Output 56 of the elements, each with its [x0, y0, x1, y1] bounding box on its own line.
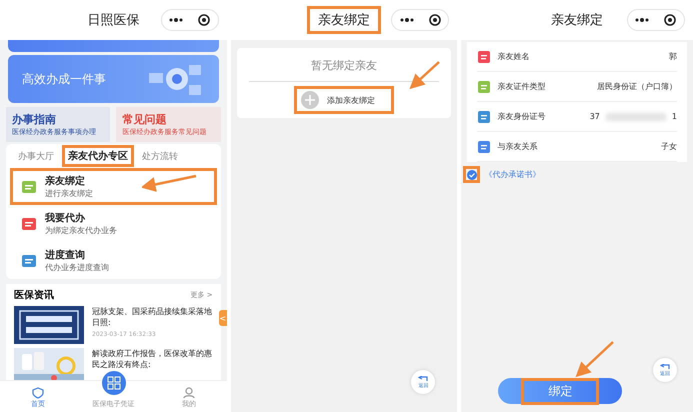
more-icon — [169, 18, 184, 22]
return-icon — [418, 376, 428, 382]
field-value: 郭 — [668, 51, 677, 62]
tab[interactable]: 亲友代办专区 — [62, 145, 134, 167]
field-value: 居民身份证（户口簿） — [596, 81, 677, 92]
page-title: 亲友绑定 — [550, 12, 604, 30]
plus-icon — [301, 91, 319, 109]
more-icon — [400, 18, 414, 22]
banner[interactable]: 高效办成一件事 — [8, 55, 219, 103]
empty-message: 暂无绑定亲友 — [248, 48, 440, 82]
bind-button[interactable]: 绑定 — [498, 378, 622, 404]
field-label: 亲友证件类型 — [497, 81, 546, 92]
redaction-mask — [606, 112, 666, 120]
service-item[interactable]: 进度查询 代办业务进度查询 — [10, 242, 217, 279]
card-title: 常见问题 — [122, 112, 168, 127]
banner-headline: 高效办成一件事 — [22, 70, 106, 88]
capsule-menu[interactable] — [391, 9, 450, 31]
tab[interactable]: 处方流转 — [136, 146, 184, 166]
service-title: 我要代办 — [45, 212, 86, 225]
close-icon — [428, 14, 441, 26]
capsule-menu[interactable] — [626, 9, 685, 31]
field-label: 亲友身份证号 — [497, 111, 546, 122]
pointer-arrow — [576, 341, 614, 378]
field-value: 37 — [590, 112, 600, 121]
more-icon — [635, 18, 650, 22]
add-friend-button[interactable]: 添加亲友绑定 — [294, 86, 394, 114]
capsule-menu[interactable] — [160, 9, 219, 31]
pointer-arrow — [409, 61, 440, 90]
field-value: 子女 — [660, 141, 677, 152]
news-headline: 解读政府工作报告，医保改革的惠民之路没有终点: — [92, 348, 213, 370]
service-subtitle: 进行亲友绑定 — [45, 188, 93, 199]
service-title: 进度查询 — [45, 248, 86, 262]
tab[interactable]: 办事大厅 — [12, 146, 60, 166]
person-icon — [182, 387, 195, 399]
service-subtitle: 代办业务进度查询 — [45, 262, 109, 273]
return-icon — [660, 364, 670, 370]
agreement-link[interactable]: 《代办承诺书》 — [484, 169, 540, 180]
pointer-arrow — [142, 174, 196, 192]
news-headline: 冠脉支架、国采药品接续集采落地日照: — [92, 306, 213, 328]
service-title: 亲友绑定 — [45, 174, 86, 188]
page-title: 亲友绑定 — [307, 6, 381, 34]
close-icon — [664, 14, 676, 26]
app-title: 日照医保 — [86, 12, 140, 30]
section-title: 医保资讯 — [14, 288, 54, 302]
service-item[interactable]: 我要代办 为绑定亲友代办业务 — [10, 205, 217, 242]
service-item[interactable]: 亲友绑定 进行亲友绑定 — [10, 168, 217, 205]
agreement-checkbox[interactable] — [463, 166, 480, 183]
service-subtitle: 为绑定亲友代办业务 — [45, 225, 117, 236]
checkmark-icon — [466, 170, 477, 180]
field-value: 1 — [672, 112, 677, 121]
field-label: 与亲友关系 — [497, 141, 538, 152]
shield-icon — [32, 387, 44, 399]
card-title: 办事指南 — [12, 112, 57, 127]
qr-code-icon[interactable] — [102, 371, 126, 395]
close-icon — [198, 14, 210, 26]
field-label: 亲友姓名 — [497, 51, 530, 62]
